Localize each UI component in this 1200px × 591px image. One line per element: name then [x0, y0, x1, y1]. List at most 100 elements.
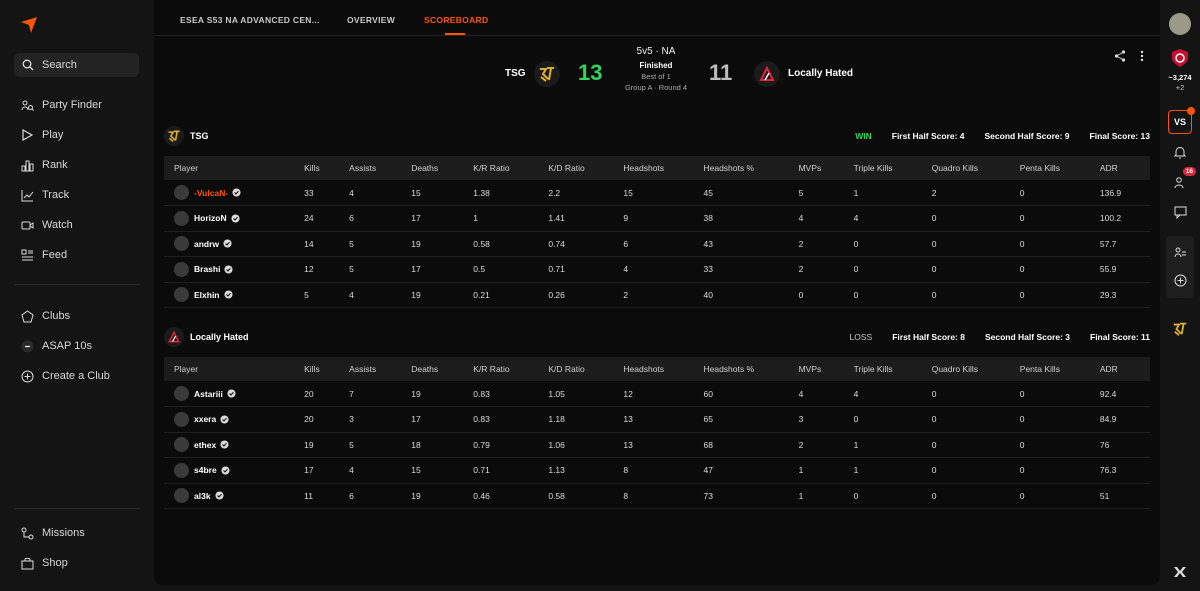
player-avatar[interactable]: [174, 488, 189, 504]
friends-button[interactable]: 16: [1168, 167, 1196, 194]
tab-competition[interactable]: ESEA S53 NA ADVANCED CEN...: [180, 15, 320, 25]
stat-cell: 76: [1089, 432, 1150, 458]
vs-label: VS: [1173, 117, 1186, 127]
user-avatar[interactable]: [1168, 12, 1192, 36]
player-avatar[interactable]: [174, 386, 189, 401]
stat-cell: 3: [788, 406, 844, 433]
nav-watch[interactable]: Watch: [20, 217, 73, 233]
player-name[interactable]: HorizoN: [194, 213, 227, 223]
stat-cell: 0.71: [538, 256, 614, 283]
tab-scoreboard[interactable]: SCOREBOARD: [424, 15, 488, 25]
search-button[interactable]: Search: [14, 53, 139, 77]
stat-cell: 0: [921, 256, 1010, 283]
player-name[interactable]: Elxhin: [194, 290, 220, 300]
table-row[interactable]: HorizoN 24 6 17 1 1.41 9 38 4 4 0 0 100.2: [164, 205, 1150, 232]
team2-scoreboard-table: Player Kills Assists Deaths K/R Ratio K/D Rat…: [164, 357, 1150, 509]
nav-create-club[interactable]: Create a Club: [20, 368, 110, 384]
verified-icon: [223, 290, 233, 299]
level-badge[interactable]: [1168, 46, 1192, 70]
more-options-icon[interactable]: [1140, 50, 1144, 62]
team1-section-name[interactable]: TSG: [190, 131, 209, 141]
stat-cell: 84.9: [1089, 406, 1150, 433]
stat-cell: 0.58: [463, 231, 539, 257]
player-avatar[interactable]: [174, 462, 189, 478]
nav-label: Play: [42, 129, 64, 141]
column-header: Headshots: [613, 357, 694, 381]
stat-cell: 0: [843, 483, 922, 509]
stat-cell: 33: [294, 180, 340, 206]
nav-label: Party Finder: [42, 99, 102, 111]
nav-clubs[interactable]: Clubs: [20, 308, 70, 324]
tab-overview[interactable]: OVERVIEW: [347, 15, 395, 25]
table-row[interactable]: xxera 20 3 17 0.83 1.18 13 65 3 0 0 0 84.9: [164, 406, 1150, 433]
party-finder-rail-button[interactable]: [1168, 240, 1192, 264]
player-avatar[interactable]: [174, 210, 189, 226]
player-avatar[interactable]: [174, 185, 189, 200]
player-avatar[interactable]: [174, 261, 189, 277]
stat-cell: 0: [843, 256, 922, 283]
chat-button[interactable]: [1168, 200, 1192, 224]
nav-track[interactable]: Track: [20, 187, 69, 203]
table-row[interactable]: -VulcaN- 33 4 15 1.38 2.2 15 45 5 1 2 0 136.9: [164, 180, 1150, 206]
party-finder-icon: [20, 98, 34, 112]
notifications-button[interactable]: [1168, 140, 1192, 164]
stat-cell: 51: [1089, 483, 1150, 509]
table-row[interactable]: Elxhin 5 4 19 0.21 0.26 2 40 0 0 0 0 29.3: [164, 282, 1150, 308]
player-name[interactable]: al3k: [194, 491, 211, 501]
stat-cell: 100.2: [1089, 205, 1150, 232]
stat-cell: 0.71: [463, 457, 539, 484]
add-button[interactable]: [1168, 268, 1192, 292]
stat-cell: 4: [339, 282, 402, 308]
table-row[interactable]: Astariii 20 7 19 0.83 1.05 12 60 4 4 0 0 92.4: [164, 381, 1150, 407]
nav-club-asap[interactable]: ASAP 10s: [20, 338, 92, 354]
team1-name[interactable]: TSG: [505, 68, 526, 79]
table-row[interactable]: ethex 19 5 18 0.79 1.06 13 68 2 1 0 0 76: [164, 432, 1150, 458]
player-avatar[interactable]: [174, 437, 189, 453]
faceit-logo[interactable]: [20, 16, 38, 34]
nav-label: Rank: [42, 159, 68, 171]
player-cell: HorizoN: [164, 205, 295, 232]
team2-logo[interactable]: [754, 61, 780, 87]
player-name[interactable]: -VulcaN-: [194, 188, 228, 198]
anti-cheat-button[interactable]: [1168, 560, 1192, 584]
stat-cell: 6: [339, 483, 402, 509]
nav-play[interactable]: Play: [20, 127, 63, 143]
share-icon[interactable]: [1114, 50, 1126, 62]
team1-logo[interactable]: [534, 61, 560, 87]
column-header: Kills: [294, 357, 340, 381]
stat-cell: 1: [843, 180, 922, 206]
team2-result: LOSS: [849, 332, 873, 342]
table-row[interactable]: al3k 11 6 19 0.46 0.58 8 73 1 0 0 0 51: [164, 483, 1150, 509]
nav-feed[interactable]: Feed: [20, 247, 67, 263]
nav-shop[interactable]: Shop: [20, 555, 68, 571]
player-avatar[interactable]: [174, 287, 189, 303]
team2-name[interactable]: Locally Hated: [788, 68, 853, 79]
friends-icon: [1174, 176, 1183, 188]
stat-cell: 19: [401, 381, 464, 407]
player-name[interactable]: ethex: [194, 440, 216, 450]
friends-badge: 16: [1182, 167, 1196, 176]
player-name[interactable]: xxera: [194, 414, 216, 424]
verified-icon: [221, 466, 230, 475]
nav-party-finder[interactable]: Party Finder: [20, 97, 102, 113]
player-name[interactable]: s4bre: [194, 465, 217, 475]
player-avatar[interactable]: [174, 236, 189, 252]
stat-cell: 0: [1009, 205, 1090, 232]
table-row[interactable]: andrw 14 5 19 0.58 0.74 6 43 2 0 0 0 57.7: [164, 231, 1150, 257]
player-avatar[interactable]: [174, 411, 189, 427]
player-name[interactable]: Brashi: [194, 264, 220, 274]
team2-section-name[interactable]: Locally Hated: [190, 332, 249, 342]
table-row[interactable]: Brashi 12 5 17 0.5 0.71 4 33 2 0 0 0 55.9: [164, 256, 1150, 283]
nav-missions[interactable]: Missions: [20, 525, 85, 541]
player-name[interactable]: Astariii: [194, 389, 223, 399]
column-header: ADR: [1089, 156, 1150, 180]
team-shortcut[interactable]: [1168, 317, 1192, 341]
vs-matchmaking-button[interactable]: VS: [1168, 107, 1195, 134]
table-row[interactable]: s4bre 17 4 15 0.71 1.13 8 47 1 1 0 0 76.3: [164, 457, 1150, 484]
stat-cell: 0.46: [463, 483, 539, 509]
player-name[interactable]: andrw: [194, 239, 219, 249]
nav-rank[interactable]: Rank: [20, 157, 68, 173]
stat-cell: 24: [294, 205, 340, 232]
player-cell: andrw: [164, 231, 295, 257]
stat-cell: 4: [339, 457, 402, 484]
